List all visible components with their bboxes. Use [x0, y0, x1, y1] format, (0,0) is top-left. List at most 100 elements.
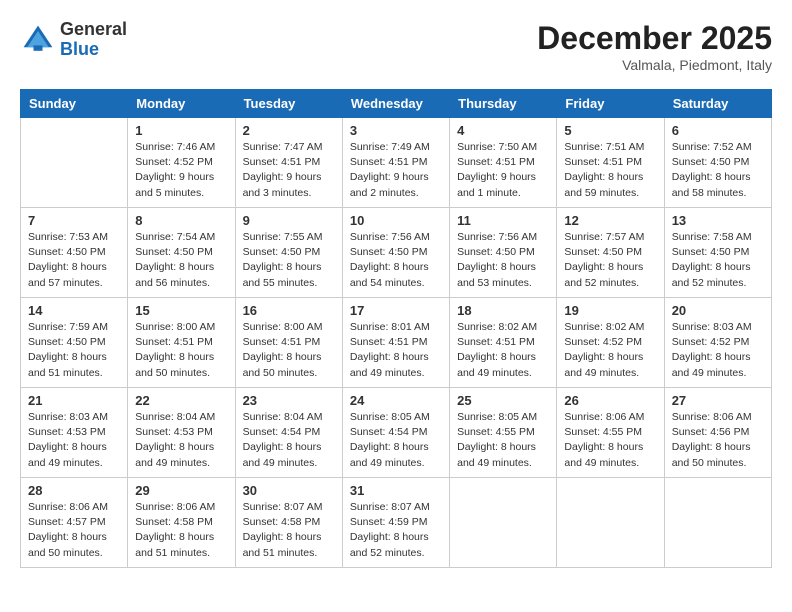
- calendar-cell: 12 Sunrise: 7:57 AM Sunset: 4:50 PM Dayli…: [557, 208, 664, 298]
- calendar-cell: 22 Sunrise: 8:04 AM Sunset: 4:53 PM Dayli…: [128, 388, 235, 478]
- logo-text: General Blue: [60, 20, 127, 60]
- calendar-cell: 14 Sunrise: 7:59 AM Sunset: 4:50 PM Dayli…: [21, 298, 128, 388]
- calendar-cell: 15Sunrise: 8:00 AM Sunset: 4:51 PM Dayli…: [128, 298, 235, 388]
- calendar-cell: 2 Sunrise: 7:47 AM Sunset: 4:51 PM Daylig…: [235, 118, 342, 208]
- day-info: Sunrise: 8:05 AM Sunset: 4:54 PM Dayligh…: [350, 410, 442, 471]
- title-block: December 2025 Valmala, Piedmont, Italy: [537, 20, 772, 73]
- weekday-header-row: SundayMondayTuesdayWednesdayThursdayFrid…: [21, 90, 772, 118]
- calendar-cell: 26 Sunrise: 8:06 AM Sunset: 4:55 PM Dayli…: [557, 388, 664, 478]
- day-info: Sunrise: 8:03 AM Sunset: 4:53 PM Dayligh…: [28, 410, 120, 471]
- calendar-cell: 10Sunrise: 7:56 AM Sunset: 4:50 PM Dayli…: [342, 208, 449, 298]
- day-number: 21: [28, 393, 120, 408]
- calendar-cell: 19Sunrise: 8:02 AM Sunset: 4:52 PM Dayli…: [557, 298, 664, 388]
- calendar-cell: [450, 478, 557, 568]
- day-info: Sunrise: 8:07 AM Sunset: 4:59 PM Dayligh…: [350, 500, 442, 561]
- calendar-cell: 1 Sunrise: 7:46 AM Sunset: 4:52 PM Daylig…: [128, 118, 235, 208]
- calendar-cell: 4Sunrise: 7:50 AM Sunset: 4:51 PM Daylig…: [450, 118, 557, 208]
- day-info: Sunrise: 8:06 AM Sunset: 4:57 PM Dayligh…: [28, 500, 120, 561]
- day-number: 4: [457, 123, 549, 138]
- calendar-cell: 11 Sunrise: 7:56 AM Sunset: 4:50 PM Dayli…: [450, 208, 557, 298]
- calendar-cell: 5 Sunrise: 7:51 AM Sunset: 4:51 PM Daylig…: [557, 118, 664, 208]
- calendar-cell: 13 Sunrise: 7:58 AM Sunset: 4:50 PM Dayli…: [664, 208, 771, 298]
- day-number: 25: [457, 393, 549, 408]
- day-number: 23: [243, 393, 335, 408]
- day-info: Sunrise: 7:52 AM Sunset: 4:50 PM Dayligh…: [672, 140, 764, 201]
- day-info: Sunrise: 7:46 AM Sunset: 4:52 PM Dayligh…: [135, 140, 227, 201]
- weekday-header-tuesday: Tuesday: [235, 90, 342, 118]
- day-info: Sunrise: 7:59 AM Sunset: 4:50 PM Dayligh…: [28, 320, 120, 381]
- weekday-header-saturday: Saturday: [664, 90, 771, 118]
- day-number: 14: [28, 303, 120, 318]
- location-subtitle: Valmala, Piedmont, Italy: [537, 57, 772, 73]
- weekday-header-thursday: Thursday: [450, 90, 557, 118]
- calendar-cell: [664, 478, 771, 568]
- day-info: Sunrise: 7:51 AM Sunset: 4:51 PM Dayligh…: [564, 140, 656, 201]
- weekday-header-friday: Friday: [557, 90, 664, 118]
- day-number: 7: [28, 213, 120, 228]
- day-number: 30: [243, 483, 335, 498]
- page-header: General Blue December 2025 Valmala, Pied…: [20, 20, 772, 73]
- calendar-cell: 31Sunrise: 8:07 AM Sunset: 4:59 PM Dayli…: [342, 478, 449, 568]
- day-number: 27: [672, 393, 764, 408]
- day-info: Sunrise: 8:05 AM Sunset: 4:55 PM Dayligh…: [457, 410, 549, 471]
- day-info: Sunrise: 8:00 AM Sunset: 4:51 PM Dayligh…: [243, 320, 335, 381]
- day-number: 11: [457, 213, 549, 228]
- calendar-cell: 25 Sunrise: 8:05 AM Sunset: 4:55 PM Dayli…: [450, 388, 557, 478]
- calendar-cell: 27Sunrise: 8:06 AM Sunset: 4:56 PM Dayli…: [664, 388, 771, 478]
- day-info: Sunrise: 7:56 AM Sunset: 4:50 PM Dayligh…: [350, 230, 442, 291]
- weekday-header-monday: Monday: [128, 90, 235, 118]
- day-info: Sunrise: 7:57 AM Sunset: 4:50 PM Dayligh…: [564, 230, 656, 291]
- calendar-cell: 21 Sunrise: 8:03 AM Sunset: 4:53 PM Dayli…: [21, 388, 128, 478]
- day-number: 2: [243, 123, 335, 138]
- calendar-cell: 28Sunrise: 8:06 AM Sunset: 4:57 PM Dayli…: [21, 478, 128, 568]
- calendar-week-5: 28Sunrise: 8:06 AM Sunset: 4:57 PM Dayli…: [21, 478, 772, 568]
- calendar-cell: 23 Sunrise: 8:04 AM Sunset: 4:54 PM Dayli…: [235, 388, 342, 478]
- day-number: 22: [135, 393, 227, 408]
- day-number: 20: [672, 303, 764, 318]
- day-info: Sunrise: 7:58 AM Sunset: 4:50 PM Dayligh…: [672, 230, 764, 291]
- logo: General Blue: [20, 20, 127, 60]
- calendar-cell: 24 Sunrise: 8:05 AM Sunset: 4:54 PM Dayli…: [342, 388, 449, 478]
- day-info: Sunrise: 8:01 AM Sunset: 4:51 PM Dayligh…: [350, 320, 442, 381]
- day-number: 26: [564, 393, 656, 408]
- day-number: 5: [564, 123, 656, 138]
- day-number: 1: [135, 123, 227, 138]
- day-number: 24: [350, 393, 442, 408]
- day-info: Sunrise: 7:49 AM Sunset: 4:51 PM Dayligh…: [350, 140, 442, 201]
- calendar-cell: 17Sunrise: 8:01 AM Sunset: 4:51 PM Dayli…: [342, 298, 449, 388]
- day-number: 16: [243, 303, 335, 318]
- day-number: 19: [564, 303, 656, 318]
- day-info: Sunrise: 8:04 AM Sunset: 4:53 PM Dayligh…: [135, 410, 227, 471]
- day-info: Sunrise: 8:04 AM Sunset: 4:54 PM Dayligh…: [243, 410, 335, 471]
- day-info: Sunrise: 7:47 AM Sunset: 4:51 PM Dayligh…: [243, 140, 335, 201]
- calendar-cell: 30 Sunrise: 8:07 AM Sunset: 4:58 PM Dayli…: [235, 478, 342, 568]
- day-info: Sunrise: 7:55 AM Sunset: 4:50 PM Dayligh…: [243, 230, 335, 291]
- calendar-cell: 3 Sunrise: 7:49 AM Sunset: 4:51 PM Daylig…: [342, 118, 449, 208]
- calendar-week-3: 14 Sunrise: 7:59 AM Sunset: 4:50 PM Dayli…: [21, 298, 772, 388]
- day-info: Sunrise: 8:06 AM Sunset: 4:58 PM Dayligh…: [135, 500, 227, 561]
- day-info: Sunrise: 8:03 AM Sunset: 4:52 PM Dayligh…: [672, 320, 764, 381]
- day-info: Sunrise: 7:54 AM Sunset: 4:50 PM Dayligh…: [135, 230, 227, 291]
- calendar-week-1: 1 Sunrise: 7:46 AM Sunset: 4:52 PM Daylig…: [21, 118, 772, 208]
- day-number: 12: [564, 213, 656, 228]
- calendar-week-2: 7Sunrise: 7:53 AM Sunset: 4:50 PM Daylig…: [21, 208, 772, 298]
- day-number: 3: [350, 123, 442, 138]
- day-info: Sunrise: 7:56 AM Sunset: 4:50 PM Dayligh…: [457, 230, 549, 291]
- day-info: Sunrise: 8:06 AM Sunset: 4:55 PM Dayligh…: [564, 410, 656, 471]
- day-number: 13: [672, 213, 764, 228]
- day-number: 8: [135, 213, 227, 228]
- calendar-week-4: 21 Sunrise: 8:03 AM Sunset: 4:53 PM Dayli…: [21, 388, 772, 478]
- calendar-cell: 18Sunrise: 8:02 AM Sunset: 4:51 PM Dayli…: [450, 298, 557, 388]
- calendar-table: SundayMondayTuesdayWednesdayThursdayFrid…: [20, 89, 772, 568]
- calendar-cell: 29 Sunrise: 8:06 AM Sunset: 4:58 PM Dayli…: [128, 478, 235, 568]
- day-number: 6: [672, 123, 764, 138]
- day-number: 29: [135, 483, 227, 498]
- calendar-cell: 6 Sunrise: 7:52 AM Sunset: 4:50 PM Daylig…: [664, 118, 771, 208]
- day-info: Sunrise: 8:02 AM Sunset: 4:51 PM Dayligh…: [457, 320, 549, 381]
- calendar-cell: [557, 478, 664, 568]
- day-info: Sunrise: 8:07 AM Sunset: 4:58 PM Dayligh…: [243, 500, 335, 561]
- calendar-cell: 9Sunrise: 7:55 AM Sunset: 4:50 PM Daylig…: [235, 208, 342, 298]
- calendar-cell: 20 Sunrise: 8:03 AM Sunset: 4:52 PM Dayli…: [664, 298, 771, 388]
- month-title: December 2025: [537, 20, 772, 57]
- weekday-header-sunday: Sunday: [21, 90, 128, 118]
